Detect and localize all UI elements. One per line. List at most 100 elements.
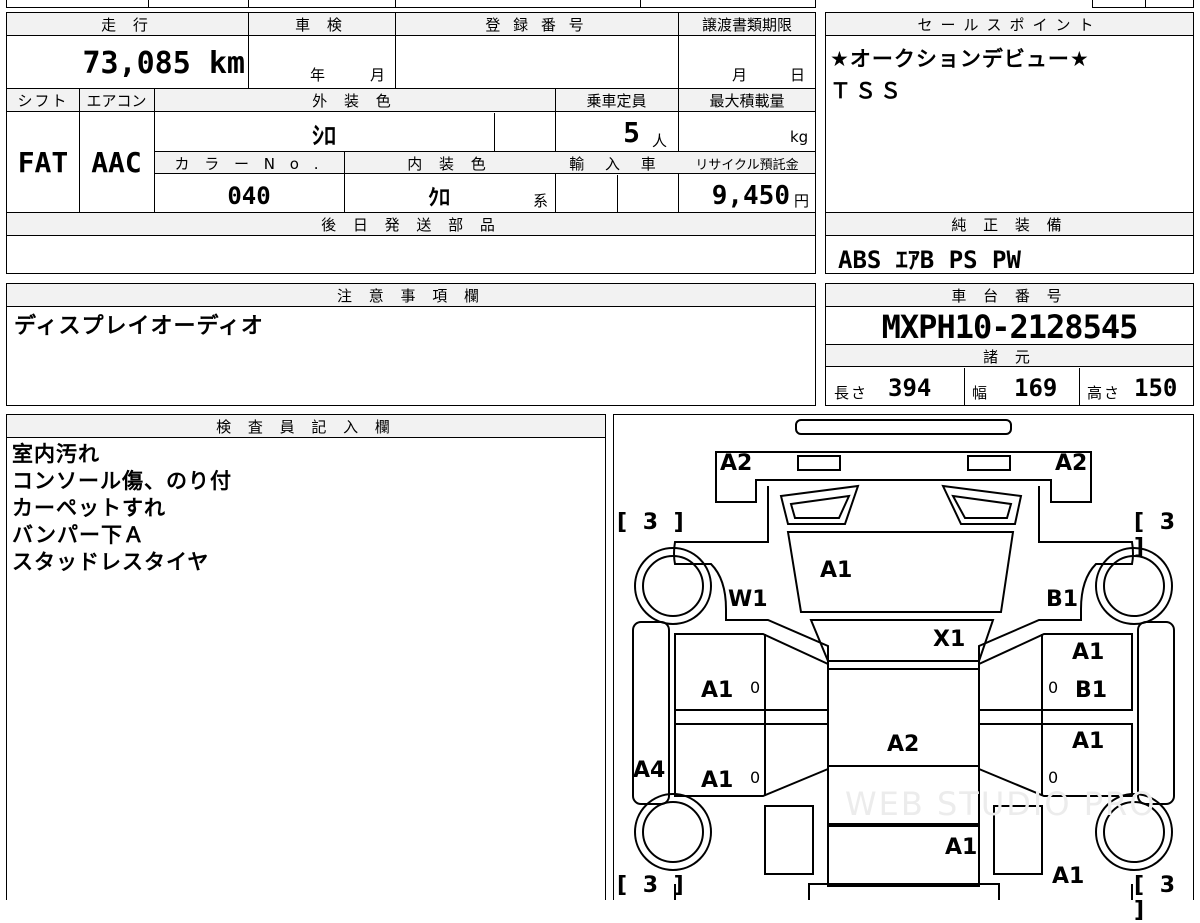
length-value: 394 [888,374,932,402]
rear-quarter-left [764,805,814,875]
tire-mark-rear-right: [ 3 ] [1134,873,1180,923]
inspection-label: 車 検 [295,16,348,34]
door-right-front [978,633,1133,711]
distance-label: 走 行 [101,16,154,34]
chassis-label: 車 台 番 号 [951,287,1068,305]
mark-door-front-right-sub: 0 [1048,678,1059,697]
mark-side-step-left: A4 [633,758,666,783]
headlight-left [797,455,841,471]
later-parts-label: 後 日 発 送 部 品 [321,216,501,234]
front-bumper-strip [795,419,1012,435]
top-edge-divider [395,0,396,8]
mark-front-right: A2 [1055,451,1088,476]
length-label: 長さ [834,384,869,402]
aircon-value: AAC [91,146,142,179]
recycle-value: 9,450 [711,181,790,211]
top-edge-divider [248,0,249,8]
inspector-line: バンパー下Ａ [12,523,146,547]
top-edge-divider [640,0,641,8]
transfer-deadline-label: 譲渡書類期限 [701,16,792,34]
height-value: 150 [1134,374,1178,402]
mark-windshield: X1 [933,627,966,652]
width-value: 169 [1014,374,1058,402]
tire-mark-rear-left: [ 3 ] [617,873,688,898]
import-label: 輸 入 車 [569,155,664,173]
body-outline [978,486,1134,674]
watermark: WEB STUDIO PRO [845,785,1157,823]
wheel-front-left [642,555,704,617]
sales-point-line: ★オークションデビュー★ [830,47,1090,71]
notes-label: 注 意 事 項 欄 [336,287,486,305]
exterior-label: 外 装 色 [312,92,397,110]
wheel-front-right [1103,555,1165,617]
inspector-line: カーペットすれ [12,496,166,520]
front-bumper [715,451,1092,503]
wheel-rear-left [642,801,704,863]
side-step-right [1137,621,1175,805]
interior-suffix: 系 [533,192,551,210]
mark-door-rear-left-sub: 0 [750,768,761,787]
divider [248,13,249,88]
grille [789,494,851,519]
notes-value: ディスプレイオーディオ [14,314,264,339]
tire-mark-front-left: [ 3 ] [617,510,688,535]
inspection-month: 月 [370,66,388,84]
exterior-color-value: ｼﾛ [312,122,336,150]
equipment-label: 純 正 装 備 [951,216,1068,234]
mark-door-rear-left: A1 [701,768,734,793]
capacity-value: 5 [623,116,640,149]
divider [494,113,495,151]
width-label: 幅 [972,384,990,402]
mark-hood: A1 [820,558,853,583]
registration-label: 登 録 番 号 [485,16,588,34]
distance-value: 73,085 km [82,46,245,81]
spec-label: 諸 元 [983,348,1036,366]
divider [964,368,965,406]
recycle-label: リサイクル預託金 [695,158,799,173]
sales-point-label: セールスポイント [917,16,1102,34]
interior-label: 内 装 色 [407,155,492,173]
maxload-label: 最大積載量 [709,92,785,110]
mark-door-front-left: A1 [701,678,734,703]
equipment-value: ABS ｴｱB PS PW [838,246,1021,274]
wheel-front-left [634,547,712,625]
top-right-edge [1092,0,1194,8]
mark-door-front-left-sub: 0 [750,678,761,697]
mark-door-front-right: B1 [1075,678,1108,703]
color-no-label: カ ラ ー N o . [174,155,324,173]
aircon-label: エアコン [86,92,147,110]
divider [395,13,396,88]
height-label: 高さ [1087,384,1122,402]
capacity-label: 乗車定員 [586,92,647,110]
maxload-unit: kg [790,128,809,146]
mark-door-front-right-top: A1 [1072,640,1105,665]
inspector-label: 検 査 員 記 入 欄 [216,418,396,436]
shift-value: FAT [17,146,69,179]
capacity-unit: 人 [652,132,670,150]
windshield [809,619,995,662]
transfer-day: 日 [790,66,808,84]
divider [678,13,679,88]
top-edge-divider [1145,0,1146,8]
top-edge-strip [6,0,816,8]
mark-fender-right: B1 [1046,587,1079,612]
mark-front-left: A2 [720,451,753,476]
door-separator [674,710,828,725]
mark-fender-left: W1 [728,587,768,612]
tire-mark-front-right: [ 3 ] [1134,510,1180,560]
transfer-month: 月 [732,66,750,84]
mark-rear-glass: A1 [945,835,978,860]
chassis-number: MXPH10-2128545 [881,308,1139,346]
wheel-rear-left [634,793,712,871]
car-outline-diagram [632,419,1175,900]
recycle-unit: 円 [794,192,810,210]
top-edge-divider [148,0,149,8]
inspector-line: コンソール傷、のり付 [12,469,232,493]
inspector-line: 室内汚れ [12,442,100,466]
shift-label: シフト [17,92,69,110]
body-outline [673,486,829,674]
grille [951,494,1013,519]
door-left-front [674,633,829,711]
inspection-year: 年 [310,66,328,84]
mark-rear-right: A1 [1052,864,1085,889]
